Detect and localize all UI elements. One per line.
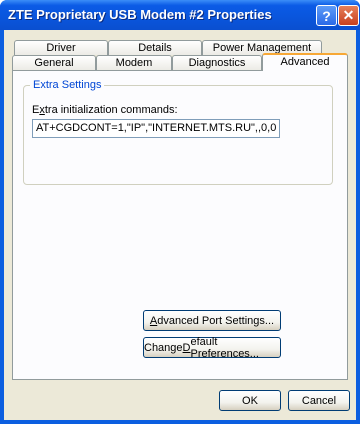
- tab-details[interactable]: Details: [108, 40, 202, 55]
- dialog-client: Driver Details Power Management General …: [4, 30, 356, 420]
- init-commands-label: Extra initialization commands:: [32, 104, 178, 116]
- button-accelerator: A: [149, 314, 158, 327]
- button-accelerator: D: [182, 341, 191, 354]
- init-commands-input[interactable]: AT+CGDCONT=1,"IP","INTERNET.MTS.RU",,0,0: [32, 119, 280, 138]
- tab-modem[interactable]: Modem: [96, 55, 172, 70]
- tab-label: Diagnostics: [188, 57, 246, 69]
- tab-label: Modem: [115, 57, 153, 69]
- label-rest: tra initialization commands:: [44, 104, 178, 116]
- help-button[interactable]: ?: [316, 5, 337, 26]
- cancel-button[interactable]: Cancel: [288, 390, 350, 411]
- extra-settings-group: Extra Settings Extra initialization comm…: [23, 79, 333, 185]
- tab-label: Driver: [46, 42, 76, 54]
- properties-window: ZTE Proprietary USB Modem #2 Properties …: [0, 0, 360, 424]
- help-icon: ?: [322, 7, 331, 24]
- tab-advanced[interactable]: Advanced: [262, 53, 348, 71]
- button-prefix: Change: [144, 341, 183, 354]
- window-title: ZTE Proprietary USB Modem #2 Properties: [8, 7, 272, 22]
- tab-label: Advanced: [280, 56, 330, 68]
- tab-diagnostics[interactable]: Diagnostics: [172, 55, 262, 70]
- change-default-preferences-button[interactable]: Change Default Preferences...: [143, 335, 281, 360]
- tab-label: Details: [138, 42, 172, 54]
- title-bar[interactable]: ZTE Proprietary USB Modem #2 Properties …: [0, 0, 360, 30]
- tab-label: General: [34, 57, 74, 69]
- ok-button[interactable]: OK: [219, 390, 281, 411]
- button-rest: efault Preferences...: [190, 335, 259, 360]
- group-label: Extra Settings: [30, 79, 105, 91]
- tab-driver[interactable]: Driver: [14, 40, 108, 55]
- button-rest: dvanced Port Settings...: [157, 314, 275, 327]
- tab-general[interactable]: General: [12, 55, 96, 70]
- close-button[interactable]: ✕: [338, 5, 359, 26]
- close-icon: ✕: [342, 7, 355, 23]
- advanced-port-settings-button[interactable]: Advanced Port Settings...: [143, 310, 281, 331]
- advanced-tab-panel: Extra Settings Extra initialization comm…: [12, 70, 348, 380]
